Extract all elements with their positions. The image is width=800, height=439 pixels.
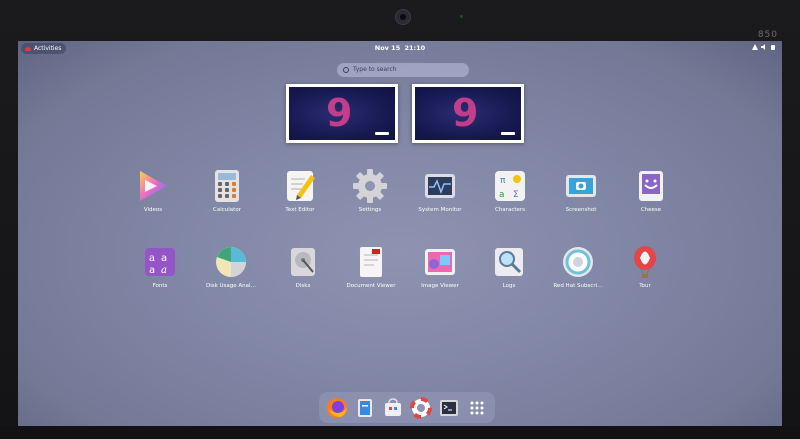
app-calculator[interactable]: Calculator (192, 169, 262, 213)
app-disks[interactable]: Disks (268, 245, 338, 289)
dash-dock (319, 392, 495, 423)
characters-icon: πaΣ (493, 169, 527, 203)
text-editor-icon (283, 169, 317, 203)
app-label: Characters (494, 207, 526, 213)
app-label: Screenshot (565, 207, 597, 213)
app-document-viewer[interactable]: Document Viewer (336, 245, 406, 289)
bezel-bottom (0, 426, 800, 439)
show-apps-icon[interactable] (466, 397, 488, 419)
app-red-hat-subscription[interactable]: Red Hat Subscri… (543, 245, 613, 289)
webcam (395, 9, 411, 25)
app-disk-usage-analyzer[interactable]: Disk Usage Anal… (196, 245, 266, 289)
app-logs[interactable]: Logs (474, 245, 544, 289)
svg-text:a: a (161, 253, 167, 264)
app-label: Cheese (640, 207, 662, 213)
disks-icon (286, 245, 320, 279)
app-label: Image Viewer (421, 283, 459, 289)
cheese-icon (634, 169, 668, 203)
files-icon[interactable] (354, 397, 376, 419)
svg-text:Σ: Σ (513, 190, 519, 200)
svg-text:a: a (161, 265, 167, 276)
bezel-model-label: 850 (757, 30, 778, 40)
fonts-icon: aaaa (143, 245, 177, 279)
svg-text:a: a (149, 265, 155, 276)
webcam-indicator (460, 15, 463, 18)
app-label: Videos (143, 207, 163, 213)
system-monitor-icon (423, 169, 457, 203)
app-label: Disks (295, 283, 311, 289)
svg-text:π: π (500, 176, 506, 186)
app-videos[interactable]: Videos (118, 169, 188, 213)
app-label: Calculator (213, 207, 241, 213)
red-hat-subscription-icon (561, 245, 595, 279)
app-tour[interactable]: Tour (610, 245, 680, 289)
firefox-icon[interactable] (326, 397, 348, 419)
app-label: Settings (358, 207, 382, 213)
logs-icon (492, 245, 526, 279)
app-screenshot[interactable]: Screenshot (546, 169, 616, 213)
app-cheese[interactable]: Cheese (616, 169, 686, 213)
software-icon[interactable] (382, 397, 404, 419)
app-text-editor[interactable]: Text Editor (265, 169, 335, 213)
app-system-monitor[interactable]: System Monitor (405, 169, 475, 213)
app-label: Logs (502, 283, 516, 289)
app-label: Document Viewer (346, 283, 396, 289)
app-label: Tour (639, 283, 651, 289)
app-label: Fonts (152, 283, 168, 289)
gnome-desktop: Activities Nov 15 21:10 Type to search 9 (18, 41, 782, 426)
disk-usage-analyzer-icon (214, 245, 248, 279)
svg-text:a: a (499, 190, 505, 200)
document-viewer-icon (354, 245, 388, 279)
app-settings[interactable]: Settings (335, 169, 405, 213)
help-icon[interactable] (410, 396, 432, 419)
app-label: Red Hat Subscri… (553, 283, 603, 289)
terminal-icon[interactable] (438, 397, 460, 419)
app-image-viewer[interactable]: Image Viewer (405, 245, 475, 289)
calculator-icon (210, 169, 244, 203)
app-characters[interactable]: πaΣ Characters (475, 169, 545, 213)
app-label: Disk Usage Anal… (205, 283, 257, 289)
app-fonts[interactable]: aaaa Fonts (125, 245, 195, 289)
screenshot-icon (564, 169, 598, 203)
app-label: Text Editor (285, 207, 315, 213)
tour-balloon-icon (628, 245, 662, 279)
app-grid: Videos Calculator Text Editor Settings S… (18, 41, 782, 426)
app-label: System Monitor (418, 207, 462, 213)
videos-icon (136, 169, 170, 203)
svg-text:a: a (149, 253, 155, 264)
settings-gear-icon (353, 169, 387, 203)
image-viewer-icon (423, 245, 457, 279)
